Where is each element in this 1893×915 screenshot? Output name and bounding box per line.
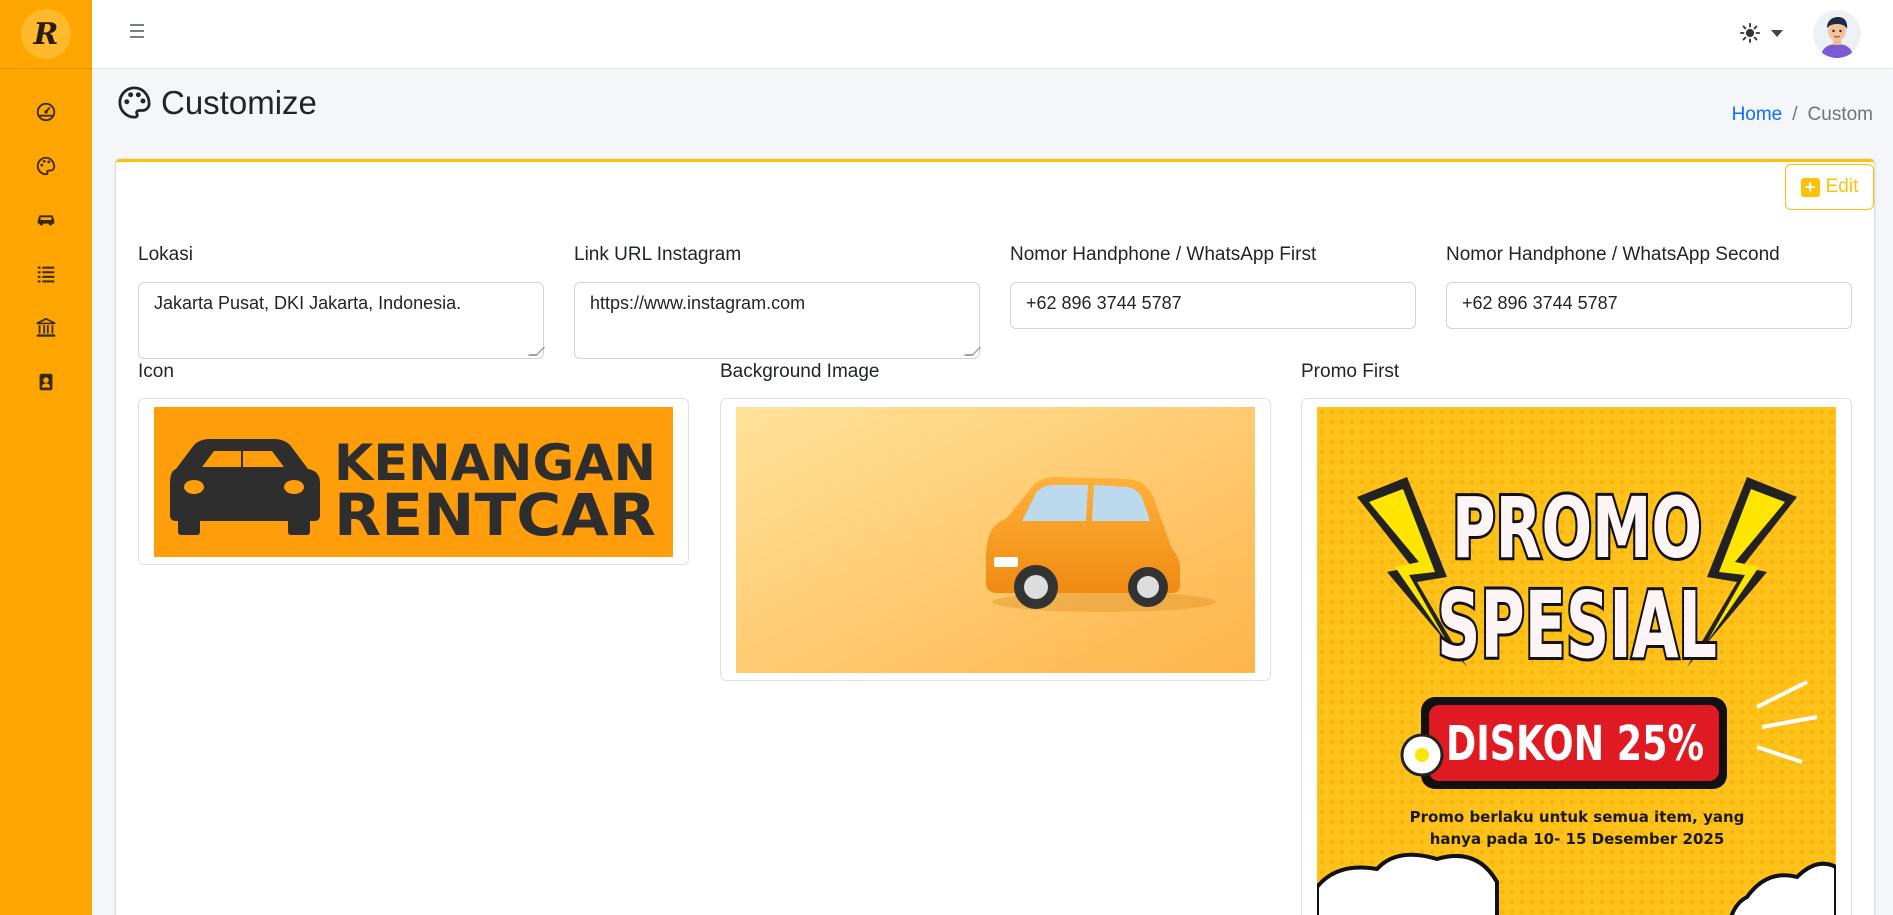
lokasi-value: Jakarta Pusat, DKI Jakarta, Indonesia. [154, 293, 462, 313]
promo-first-field: Promo First [1301, 361, 1399, 383]
sidebar-item-contacts[interactable] [0, 355, 92, 409]
sidebar-item-list[interactable] [0, 247, 92, 301]
sidebar-item-bank[interactable] [0, 301, 92, 355]
brand[interactable]: R [0, 0, 92, 69]
promo-first-label: Promo First [1301, 361, 1400, 382]
phone-first-field: Nomor Handphone / WhatsApp First [1010, 244, 1416, 266]
theme-toggle[interactable] [1739, 22, 1783, 44]
brand-letter: R [33, 16, 59, 52]
phone-first-input[interactable]: +62 896 3744 5787 [1010, 282, 1416, 329]
customize-card: + Edit Lokasi Jakarta Pusat, DKI Jakarta… [116, 159, 1874, 915]
car-icon [37, 215, 55, 226]
breadcrumb-current: Custom [1807, 104, 1873, 125]
promo-desc-line1: Promo berlaku untuk semua item, yang [1410, 808, 1745, 826]
background-image [736, 407, 1255, 673]
top-navbar [92, 0, 1893, 69]
phone-first-value: +62 896 3744 5787 [1026, 293, 1182, 313]
phone-second-field: Nomor Handphone / WhatsApp Second [1446, 244, 1852, 266]
chevron-down-icon [1771, 29, 1783, 37]
dashboard-gauge-icon [36, 102, 56, 122]
palette-icon [36, 156, 56, 176]
promo-first-image-frame[interactable]: PROMO SPESIAL DISKON 25% Promo berlaku u… [1301, 398, 1852, 915]
plus-square-icon: + [1800, 177, 1820, 197]
background-image-frame[interactable] [720, 398, 1271, 681]
icon-image-frame[interactable]: KENANGAN RENTCAR [138, 398, 689, 565]
bank-icon [36, 317, 56, 337]
lokasi-field: Lokasi [138, 244, 544, 266]
sidebar-item-dashboard[interactable] [0, 85, 92, 139]
menu-toggle-icon[interactable] [130, 24, 144, 42]
content-header: Customize Home / Custom [116, 84, 1873, 136]
phone-second-value: +62 896 3744 5787 [1462, 293, 1618, 313]
promo-desc-line2: hanya pada 10- 15 Desember 2025 [1430, 830, 1725, 848]
breadcrumb-home-link[interactable]: Home [1732, 104, 1783, 126]
edit-button-label: Edit [1825, 176, 1859, 197]
lokasi-textarea[interactable]: Jakarta Pusat, DKI Jakarta, Indonesia. [138, 282, 546, 359]
brand-logo[interactable]: R [21, 9, 71, 59]
resize-handle-icon[interactable] [963, 347, 982, 356]
breadcrumb-separator: / [1792, 104, 1798, 125]
icon-image-text-line2: RENTCAR [334, 481, 656, 549]
sidebar-nav [0, 69, 92, 409]
instagram-field: Link URL Instagram [574, 244, 980, 266]
sidebar-item-cars[interactable] [0, 193, 92, 247]
contact-book-icon [39, 373, 53, 391]
sun-icon [1739, 22, 1761, 44]
icon-label: Icon [138, 361, 174, 382]
promo-discount-text: DISKON 25% [1446, 716, 1704, 772]
background-field: Background Image [720, 361, 880, 383]
promo-title-line1: PROMO [1452, 479, 1702, 577]
edit-button[interactable]: + Edit [1785, 164, 1874, 210]
phone-second-input[interactable]: +62 896 3744 5787 [1446, 282, 1852, 329]
page-title: Customize [116, 84, 1873, 121]
sidebar-item-customize[interactable] [0, 139, 92, 193]
background-label: Background Image [720, 361, 880, 382]
instagram-textarea[interactable]: https://www.instagram.com [574, 282, 982, 359]
page-title-text: Customize [161, 84, 317, 121]
lokasi-label: Lokasi [138, 244, 193, 265]
promo-title-line2: SPESIAL [1437, 572, 1717, 679]
instagram-label: Link URL Instagram [574, 244, 742, 265]
user-avatar[interactable] [1813, 10, 1861, 58]
breadcrumb: Home / Custom [1732, 104, 1873, 126]
icon-image: KENANGAN RENTCAR [154, 407, 673, 557]
icon-field: Icon [138, 361, 174, 383]
sidebar: R [0, 0, 92, 915]
phone-first-label: Nomor Handphone / WhatsApp First [1010, 244, 1317, 265]
list-icon [37, 266, 55, 283]
instagram-value: https://www.instagram.com [590, 293, 806, 313]
phone-second-label: Nomor Handphone / WhatsApp Second [1446, 244, 1780, 265]
resize-handle-icon[interactable] [527, 347, 546, 356]
promo-first-image: PROMO SPESIAL DISKON 25% Promo berlaku u… [1315, 407, 1838, 915]
palette-icon [118, 86, 151, 119]
